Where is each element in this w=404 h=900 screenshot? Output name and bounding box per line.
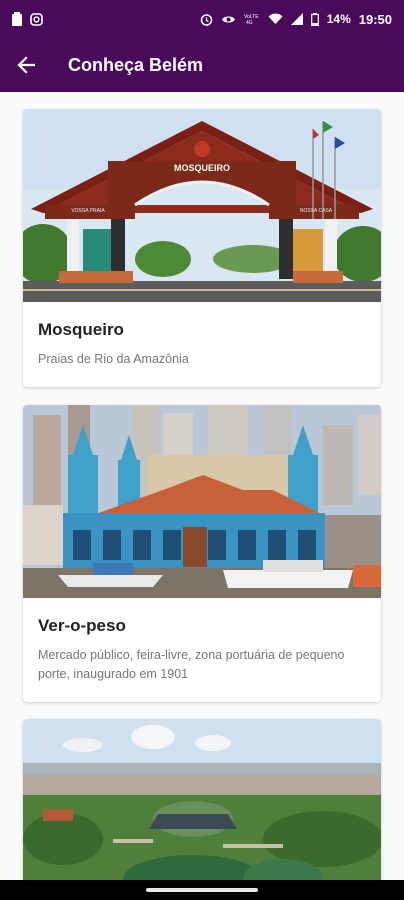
card-body: Ver-o-peso Mercado público, feira-livre,… [23,598,381,702]
mosqueiro-gate-image: MOSQUEIRO VOSSA PRAIA NOSSA CASA [23,109,381,302]
alarm-icon [200,13,213,26]
card-title: Ver-o-peso [38,616,126,635]
status-bar-right: VoLTE 4G 14% 19:50 [200,12,392,27]
status-bar-left [12,12,43,26]
battery-saver-icon [12,12,22,26]
back-button[interactable] [0,38,52,92]
gate-sign-text: MOSQUEIRO [174,163,230,173]
volte-icon: VoLTE 4G [244,13,260,25]
signal-icon [290,13,303,25]
navigation-bar [0,880,404,900]
park-aerial-image [23,719,381,880]
card-title: Mosqueiro [38,320,124,339]
arrow-back-icon [17,56,35,74]
eye-icon [221,14,236,25]
status-time: 19:50 [358,11,392,27]
places-list[interactable]: MOSQUEIRO VOSSA PRAIA NOSSA CASA Mosquei… [0,92,404,880]
card-subtitle: Mercado público, feira-livre, zona portu… [38,648,345,681]
place-card-mosqueiro[interactable]: MOSQUEIRO VOSSA PRAIA NOSSA CASA Mosquei… [23,109,381,387]
instagram-icon [30,12,43,26]
status-bar: VoLTE 4G 14% 19:50 [0,0,404,38]
card-body: Mosqueiro Praias de Rio da Amazônia [23,302,381,387]
page-title: Conheça Belém [68,54,204,75]
card-subtitle: Praias de Rio da Amazônia [38,352,189,366]
wifi-icon [268,13,283,25]
gate-sign-left: VOSSA PRAIA [71,208,105,214]
gesture-handle[interactable] [146,888,258,892]
gate-sign-right: NOSSA CASA [300,208,333,214]
place-card-ver-o-peso[interactable]: Ver-o-peso Mercado público, feira-livre,… [23,405,381,702]
place-card-park[interactable] [23,719,381,880]
battery-icon [310,12,319,26]
app-bar: Conheça Belém [0,38,404,92]
ver-o-peso-market-image [23,405,381,598]
svg-text:4G: 4G [246,20,253,25]
battery-percent: 14% [326,12,351,26]
